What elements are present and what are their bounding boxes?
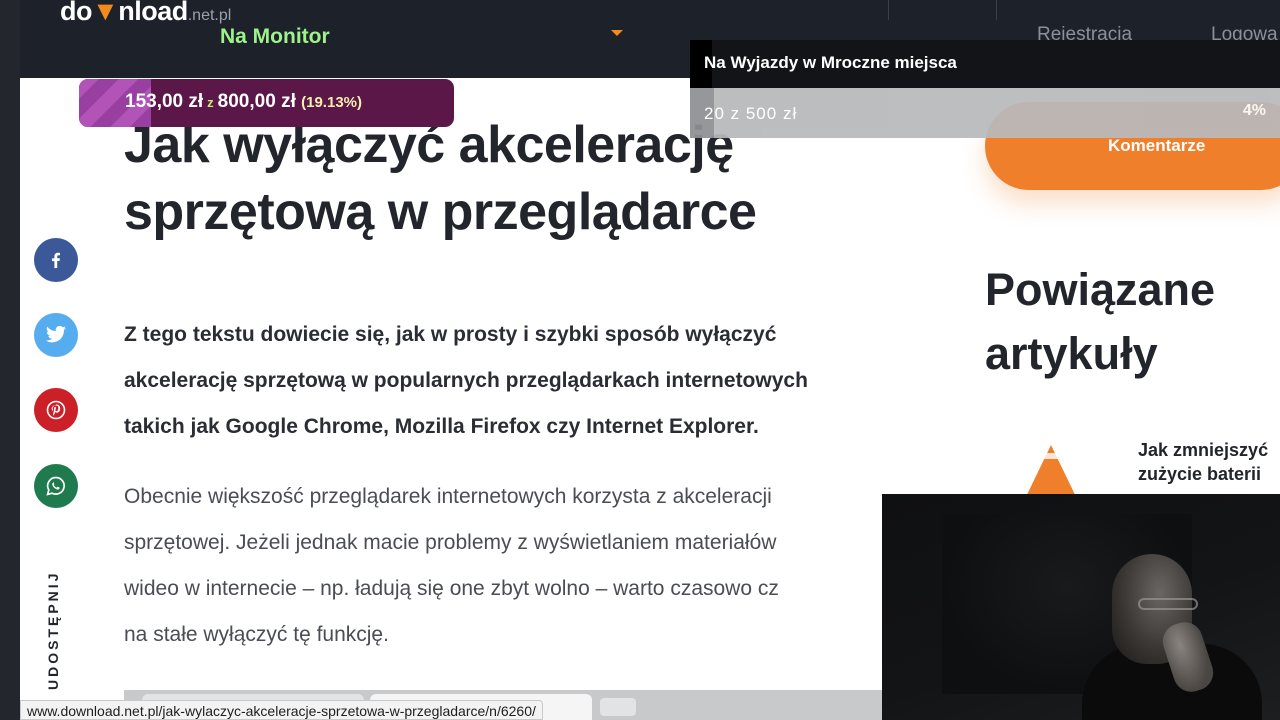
vlc-cone-icon[interactable] [1018,445,1084,495]
donation-progress-bar: 153,00 zł z 800,00 zł (19.13%) [79,79,454,127]
goal-title: Na Wyjazdy w Mroczne miejsca [704,53,957,72]
status-bar-url: www.download.net.pl/jak-wylaczyc-akceler… [20,700,543,720]
logo-main: nload [118,0,188,26]
related-article-line: zużycie baterii [1138,464,1262,484]
donation-percent: (19.13%) [301,94,362,111]
goal-progress-bar: 20 z 500 zł 4% [690,88,1280,138]
goal-header: Na Wyjazdy w Mroczne miejsca [690,40,1280,88]
site-logo[interactable]: do▼nload.net.pl [60,0,231,27]
download-arrow-icon: ▼ [92,0,119,26]
body-line: Obecnie większość przeglądarek interneto… [124,485,772,508]
webcam-overlay [882,494,1280,720]
whatsapp-share-button[interactable] [34,464,78,508]
facebook-icon [52,252,60,269]
article-body: Obecnie większość przeglądarek interneto… [124,474,894,654]
stream-overlay-title: Na Monitor [220,25,330,48]
lead-line: akcelerację sprzętową w popularnych prze… [124,369,808,392]
body-line: sprzętowej. Jeżeli jednak macie problemy… [124,531,777,554]
body-line: na stałe wyłączyć tę funkcję. [124,623,389,646]
article-lead: Z tego tekstu dowiecie się, jak w prosty… [124,312,934,450]
donation-goal: 800,00 zł [217,91,296,112]
article-title-line: sprzętową w przeglądarce [124,183,757,241]
logo-prefix: do [60,0,93,26]
donation-text: 153,00 zł z 800,00 zł (19.13%) [125,91,362,113]
donation-of: z [207,95,214,110]
share-label-text: UDOSTĘPNIJ [45,570,61,690]
left-page-margin [0,0,20,720]
donation-raised: 153,00 zł [125,91,204,112]
vlc-cone-stripe [1036,453,1066,459]
body-line: wideo w internecie – np. ładują się one … [124,577,779,600]
logo-suffix: .net.pl [187,7,232,24]
new-tab-button[interactable] [600,698,636,716]
lead-line: Z tego tekstu dowiecie się, jak w prosty… [124,323,777,346]
twitter-icon [45,325,67,343]
goal-amount: 20 z 500 zł [704,104,798,123]
lead-line: takich jak Google Chrome, Mozilla Firefo… [124,415,759,438]
related-article-line: Jak zmniejszyć [1138,440,1269,460]
related-heading-line: artykuły [985,328,1158,379]
pinterest-share-button[interactable] [34,388,78,432]
related-articles-heading: Powiązane artykuły [985,258,1275,386]
facebook-share-button[interactable] [34,238,78,282]
screen: do▼nload.net.pl Na Monitor Rejestracja L… [0,0,1280,720]
share-label: UDOSTĘPNIJ [45,540,67,690]
related-article-link[interactable]: Jak zmniejszyć zużycie baterii [1138,438,1280,494]
header-divider [996,0,997,20]
related-heading-line: Powiązane [985,264,1216,315]
header-divider [888,0,889,20]
comments-button-label: Komentarze [1108,136,1206,155]
pinterest-icon [46,400,66,420]
chevron-down-icon[interactable] [611,30,623,36]
whatsapp-icon [46,476,65,496]
goal-percent: 4% [1242,102,1266,119]
webcam-person-glasses [1138,598,1198,610]
twitter-share-button[interactable] [34,313,78,357]
stream-goal-widget: Na Wyjazdy w Mroczne miejsca 20 z 500 zł… [690,40,1280,138]
